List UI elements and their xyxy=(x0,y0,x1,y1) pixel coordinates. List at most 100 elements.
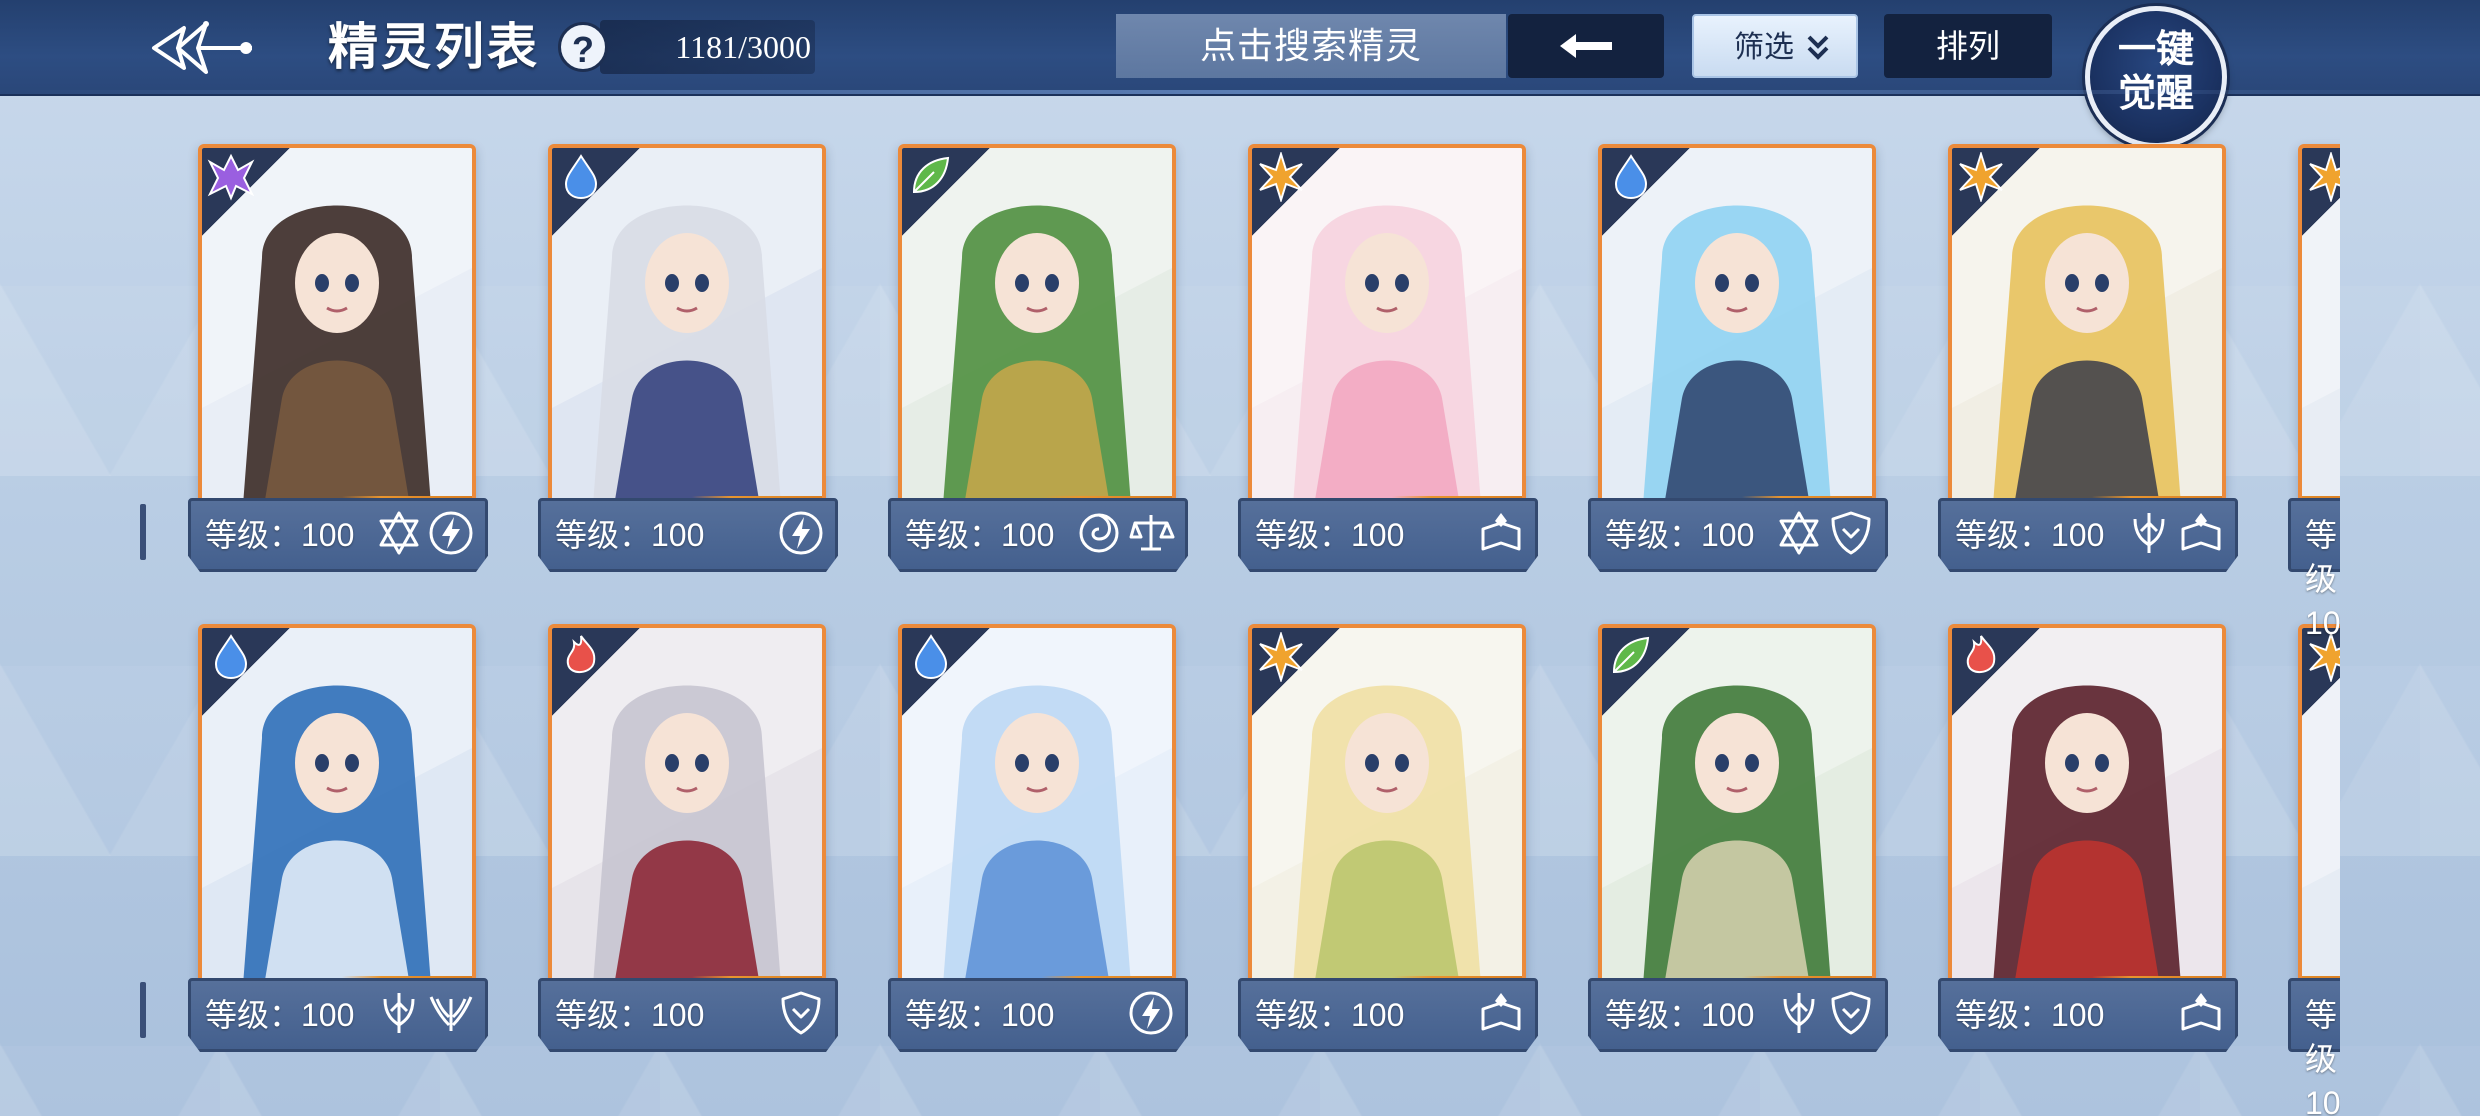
trait-badges xyxy=(2177,989,2225,1037)
card-info-bar: 等级：100 xyxy=(888,498,1188,572)
card-info-bar: 等级：100 xyxy=(2288,498,2340,641)
crest-icon xyxy=(1783,993,1815,1033)
card-frame xyxy=(2298,144,2340,522)
spirit-card[interactable]: 等级：100 xyxy=(1588,624,1888,1056)
level-label: 等级：100 xyxy=(1255,997,1405,1033)
light-element-icon xyxy=(1959,152,2003,202)
spirit-card[interactable]: 等级：100 xyxy=(888,144,1188,576)
spirit-portrait xyxy=(2302,148,2340,518)
water-element-icon xyxy=(914,634,948,680)
grass-element-icon xyxy=(1612,636,1650,674)
water-element-icon xyxy=(564,154,598,200)
level-label: 等级：100 xyxy=(1605,997,1755,1033)
card-info-bar: 等级：100 xyxy=(538,978,838,1052)
card-frame xyxy=(898,624,1176,1002)
double-chevron-down-icon xyxy=(1807,35,1829,60)
sort-button[interactable]: 排列 xyxy=(1884,14,2052,78)
crest-icon xyxy=(383,993,415,1033)
spirit-card[interactable]: 等级：100 xyxy=(188,144,488,576)
dark-element-icon xyxy=(207,153,255,201)
wings-icon xyxy=(429,996,473,1031)
card-info-bar: 等级：100 xyxy=(538,498,838,572)
level-label: 等级：100 xyxy=(2305,517,2340,641)
filter-button[interactable]: 筛选 xyxy=(1692,14,1858,78)
trait-badges xyxy=(777,989,825,1037)
fire-element-icon xyxy=(1966,635,1996,673)
spirit-portrait xyxy=(1952,628,2222,998)
card-info-bar: 等级：100 xyxy=(188,498,488,572)
shield-icon xyxy=(1831,991,1871,1035)
spirit-card[interactable]: 等级：100 xyxy=(538,144,838,576)
level-label: 等级：100 xyxy=(2305,997,2340,1116)
card-frame xyxy=(198,144,476,522)
awaken-label-line1: 一键 xyxy=(2117,26,2194,71)
card-frame xyxy=(1598,624,1876,1002)
spirit-card[interactable]: 等级：100 xyxy=(1588,144,1888,576)
spirit-portrait xyxy=(1252,628,1522,998)
crest-icon xyxy=(2133,513,2165,553)
light-element-icon xyxy=(1259,632,1303,682)
card-info-bar: 等级：100 xyxy=(188,978,488,1052)
scales-icon xyxy=(1129,515,1175,551)
card-frame xyxy=(2298,624,2340,1002)
spirit-portrait xyxy=(1602,628,1872,998)
spirit-portrait xyxy=(552,628,822,998)
top-bar: 精灵列表 1181/3000 ? 点击搜索精灵 筛选 排列 一键 觉醒 xyxy=(0,0,2480,148)
spirit-portrait xyxy=(902,628,1172,998)
trait-badges xyxy=(2125,509,2225,557)
spirit-card[interactable]: 等级：100 xyxy=(888,624,1188,1056)
trait-badges xyxy=(375,509,475,557)
spirit-card[interactable]: 等级：100 xyxy=(1938,624,2238,1056)
trait-badges xyxy=(1075,509,1175,557)
spirit-card[interactable]: 等级：100 xyxy=(1238,624,1538,1056)
level-label: 等级：100 xyxy=(205,997,355,1033)
search-input[interactable]: 点击搜索精灵 xyxy=(1116,14,1506,78)
page-title: 精灵列表 xyxy=(328,19,540,75)
spirit-card[interactable]: 等级：100 xyxy=(1238,144,1538,576)
vortex-icon xyxy=(1079,513,1119,553)
trait-badges xyxy=(777,509,825,557)
help-button[interactable]: ? xyxy=(558,22,608,72)
level-label: 等级：100 xyxy=(205,517,355,553)
spirit-card[interactable]: 等级：100 xyxy=(2288,144,2340,641)
lightning-icon xyxy=(779,511,823,555)
book-icon xyxy=(2181,513,2221,551)
spirit-portrait xyxy=(1952,148,2222,518)
level-label: 等级：100 xyxy=(555,997,705,1033)
card-info-bar: 等级：100 xyxy=(888,978,1188,1052)
trait-badges xyxy=(375,989,475,1037)
back-logo-icon[interactable] xyxy=(148,10,258,86)
hexagram-icon xyxy=(379,511,419,555)
card-frame xyxy=(198,624,476,1002)
clear-search-button[interactable] xyxy=(1508,14,1664,78)
level-label: 等级：100 xyxy=(1255,517,1405,553)
scroll-indicator xyxy=(140,504,146,560)
lightning-icon xyxy=(429,511,473,555)
trait-badges xyxy=(1477,989,1525,1037)
trait-badges xyxy=(1477,509,1525,557)
book-icon xyxy=(2181,993,2221,1031)
water-element-icon xyxy=(1614,154,1648,200)
hexagram-icon xyxy=(1779,511,1819,555)
light-element-icon xyxy=(1259,152,1303,202)
card-info-bar: 等级：100 xyxy=(2288,978,2340,1116)
spirit-card[interactable]: 等级：100 xyxy=(188,624,488,1056)
level-label: 等级：100 xyxy=(555,517,705,553)
card-info-bar: 等级：100 xyxy=(1238,498,1538,572)
spirit-count: 1181/3000 xyxy=(600,20,815,74)
level-label: 等级：100 xyxy=(1605,517,1755,553)
spirit-card[interactable]: 等级：100 xyxy=(538,624,838,1056)
spirit-portrait xyxy=(2302,628,2340,998)
level-label: 等级：100 xyxy=(905,997,1055,1033)
spirit-card[interactable]: 等级：100 xyxy=(1938,144,2238,576)
card-info-bar: 等级：100 xyxy=(1588,978,1888,1052)
level-label: 等级：100 xyxy=(1955,517,2105,553)
arrow-left-icon xyxy=(1560,34,1612,58)
spirit-portrait xyxy=(202,628,472,998)
spirit-portrait xyxy=(552,148,822,518)
trait-badges xyxy=(1775,509,1875,557)
fire-element-icon xyxy=(566,635,596,673)
card-frame xyxy=(1248,624,1526,1002)
scroll-indicator xyxy=(140,982,146,1038)
spirit-card[interactable]: 等级：100 xyxy=(2288,624,2340,1116)
